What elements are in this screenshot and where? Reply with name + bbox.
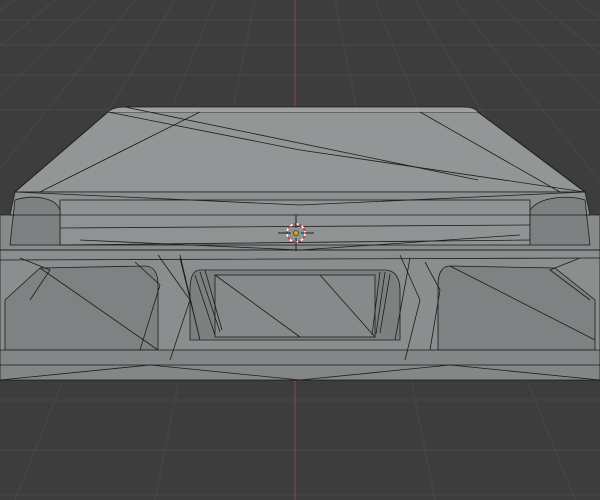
viewport-canvas[interactable] [0,0,600,500]
mesh-right-corner [529,196,591,246]
mesh-band-inset [59,199,531,246]
3d-viewport[interactable] [0,0,600,500]
mesh-top-face [13,111,587,193]
mesh-object[interactable] [0,106,600,381]
mesh-window-left [4,265,159,351]
mesh-left-corner [9,196,61,246]
object-origin-icon [293,230,299,236]
mesh-top-edge [107,106,479,113]
mesh-window-center-recess [214,274,376,338]
